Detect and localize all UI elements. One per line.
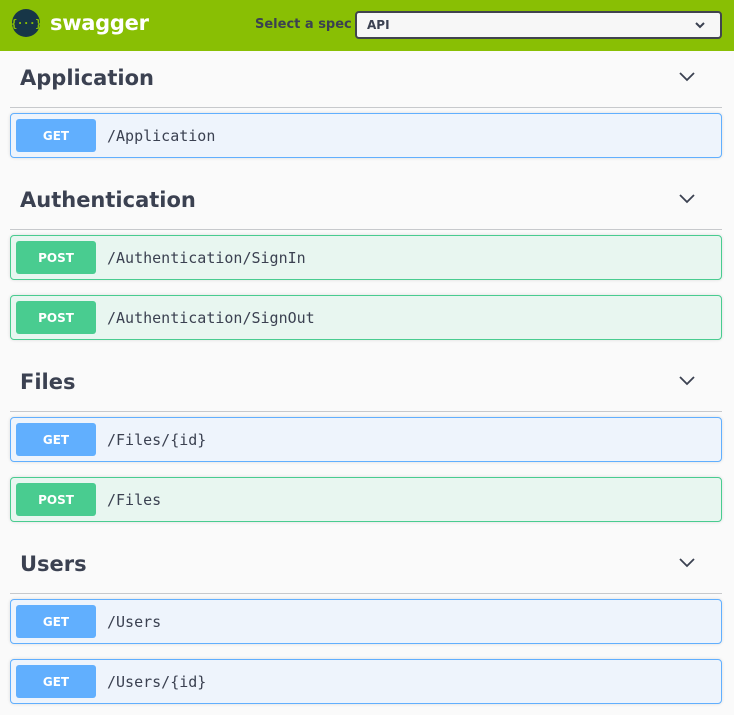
method-badge: POST <box>16 301 96 334</box>
section-header-users[interactable]: Users <box>10 537 722 594</box>
chevron-down-icon[interactable] <box>678 557 696 569</box>
operation-post-signout[interactable]: POST /Authentication/SignOut <box>10 295 722 340</box>
section-title: Users <box>20 552 87 576</box>
operation-post-files[interactable]: POST /Files <box>10 477 722 522</box>
operation-post-signin[interactable]: POST /Authentication/SignIn <box>10 235 722 280</box>
operation-path: /Users <box>107 613 162 631</box>
method-badge: GET <box>16 665 96 698</box>
section-header-application[interactable]: Application <box>10 51 722 108</box>
operation-path: /Authentication/SignIn <box>107 249 306 267</box>
method-badge: GET <box>16 119 96 152</box>
operation-path: /Authentication/SignOut <box>107 309 315 327</box>
section-title: Authentication <box>20 188 196 212</box>
method-badge: GET <box>16 605 96 638</box>
spec-select-value: API <box>367 18 390 32</box>
section-title: Application <box>20 66 154 90</box>
operation-get-file-by-id[interactable]: GET /Files/{id} <box>10 417 722 462</box>
operation-get-users[interactable]: GET /Users <box>10 599 722 644</box>
operation-get-application[interactable]: GET /Application <box>10 113 722 158</box>
spec-select[interactable]: API <box>355 11 722 39</box>
chevron-down-icon[interactable] <box>678 375 696 387</box>
section-header-authentication[interactable]: Authentication <box>10 173 722 230</box>
chevron-down-icon[interactable] <box>678 193 696 205</box>
operation-get-user-by-id[interactable]: GET /Users/{id} <box>10 659 722 704</box>
swagger-logo-text: swagger <box>50 11 149 35</box>
operation-path: /Files <box>107 491 162 509</box>
swagger-logo-icon: {···} <box>11 9 42 37</box>
topbar: {···} swagger Select a spec API <box>0 0 734 51</box>
method-badge: GET <box>16 423 96 456</box>
operation-path: /Application <box>107 127 216 145</box>
method-badge: POST <box>16 483 96 516</box>
operation-path: /Files/{id} <box>107 431 207 449</box>
section-title: Files <box>20 370 76 394</box>
operation-path: /Users/{id} <box>107 673 207 691</box>
swagger-logo[interactable]: {···} swagger <box>11 9 149 37</box>
chevron-down-icon <box>695 22 705 29</box>
spec-select-label: Select a spec <box>255 17 352 32</box>
section-header-files[interactable]: Files <box>10 355 722 412</box>
chevron-down-icon[interactable] <box>678 71 696 83</box>
method-badge: POST <box>16 241 96 274</box>
